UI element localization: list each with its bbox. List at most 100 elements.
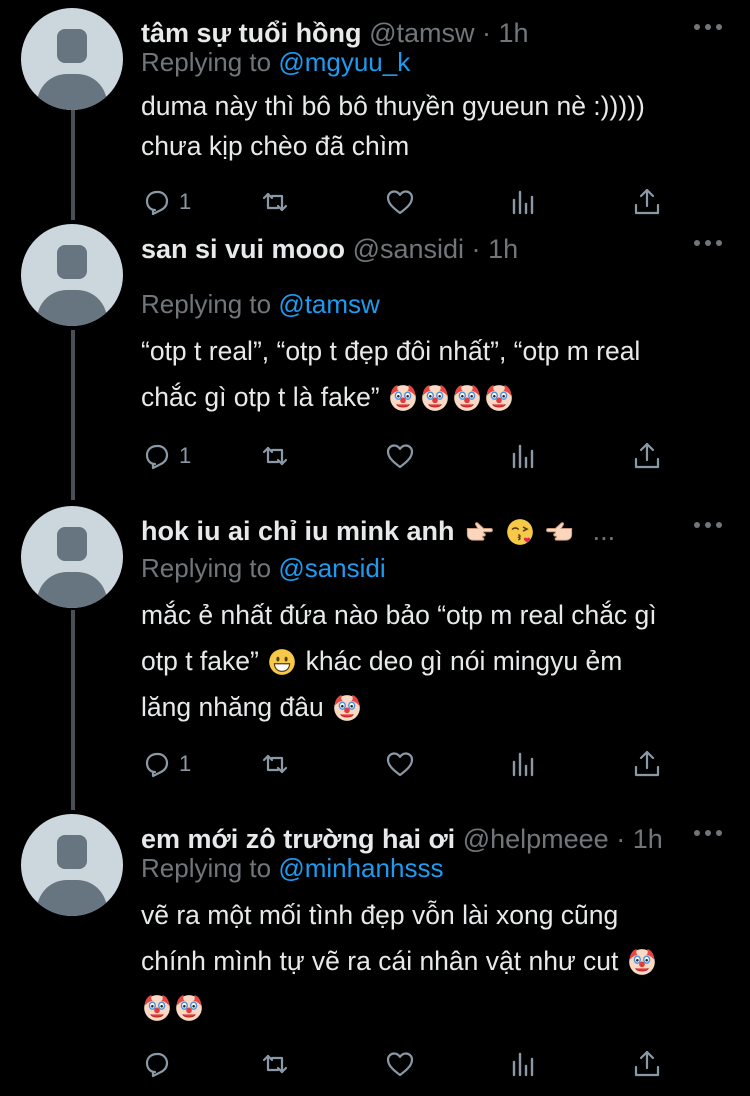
- tweet-text-line: chính mình tự vẽ ra cái nhân vật như cut: [141, 938, 721, 984]
- timestamp[interactable]: 1h: [488, 234, 518, 264]
- tweet-text-line: lăng nhăng đâu: [141, 684, 721, 730]
- like-icon: [386, 190, 414, 215]
- avatar[interactable]: [21, 814, 123, 916]
- separator-dot: ·: [471, 234, 481, 264]
- reply-icon: [145, 190, 169, 216]
- replying-to-link[interactable]: @mgyuu_k: [278, 47, 410, 77]
- action-bar: 1: [141, 436, 681, 476]
- reply-icon: [145, 1052, 169, 1078]
- clown-emoji: [389, 384, 417, 412]
- timestamp[interactable]: 1h: [499, 18, 529, 48]
- share-button[interactable]: [631, 744, 663, 784]
- tweet-text-fragment: otp t fake”: [141, 646, 259, 676]
- views-button[interactable]: [507, 436, 539, 476]
- reply-button[interactable]: 1: [141, 744, 191, 784]
- share-icon: [634, 188, 660, 215]
- display-name[interactable]: em mới zô trường hai ơi: [141, 824, 455, 854]
- reply-count: 1: [179, 189, 192, 214]
- views-button[interactable]: [507, 1044, 539, 1084]
- like-icon: [386, 752, 414, 777]
- retweet-button[interactable]: [259, 1044, 291, 1084]
- like-button[interactable]: [384, 182, 416, 222]
- retweet-icon: [262, 1054, 288, 1074]
- tweet[interactable]: em mới zô trường hai ơi @helpmeee · 1h R…: [0, 814, 750, 1096]
- tweet[interactable]: tâm sự tuổi hồng @tamsw · 1h Replying to…: [0, 8, 750, 233]
- display-name[interactable]: hok iu ai chỉ iu mink anh: [141, 516, 455, 546]
- more-options-icon[interactable]: [694, 522, 722, 530]
- reply-button[interactable]: 1: [141, 436, 191, 476]
- retweet-button[interactable]: [259, 182, 291, 222]
- action-bar: 1: [141, 182, 681, 222]
- share-button[interactable]: [631, 1044, 663, 1084]
- views-icon: [512, 1052, 534, 1077]
- like-button[interactable]: [384, 744, 416, 784]
- avatar[interactable]: [21, 506, 123, 608]
- tweet-text-fragment: chính mình tự vẽ ra cái nhân vật như cut: [141, 946, 619, 976]
- tweet-text-line: mắc ẻ nhất đứa nào bảo “otp m real chắc …: [141, 600, 657, 630]
- tweet-text: mắc ẻ nhất đứa nào bảo “otp m real chắc …: [141, 592, 721, 730]
- more-options-icon[interactable]: [694, 830, 722, 838]
- views-button[interactable]: [507, 744, 539, 784]
- reply-count: 1: [179, 443, 192, 468]
- clown-emoji: [421, 384, 449, 412]
- pointing-hand-emoji: [546, 522, 573, 541]
- tweet[interactable]: san si vui mooo @sansidi · 1h Replying t…: [0, 224, 750, 484]
- timestamp[interactable]: 1h: [633, 824, 663, 854]
- kiss-emoji: [505, 518, 534, 546]
- action-bar: [141, 1044, 681, 1084]
- reply-button[interactable]: 1: [141, 182, 191, 222]
- tweet-text: duma này thì bô bô thuyền gyueun nè :)))…: [141, 86, 721, 166]
- separator-dot: ·: [616, 824, 626, 854]
- reply-count: 1: [179, 751, 192, 776]
- tweet-text: “otp t real”, “otp t đẹp đôi nhất”, “otp…: [141, 328, 721, 420]
- tweet-text-line: chưa kịp chèo đã chìm: [141, 131, 410, 161]
- retweet-button[interactable]: [259, 744, 291, 784]
- share-button[interactable]: [631, 182, 663, 222]
- replying-to-prefix: Replying to: [141, 289, 272, 319]
- retweet-icon: [262, 446, 288, 466]
- views-button[interactable]: [507, 182, 539, 222]
- share-button[interactable]: [631, 436, 663, 476]
- like-button[interactable]: [384, 436, 416, 476]
- replying-to-prefix: Replying to: [141, 47, 272, 77]
- more-options-icon[interactable]: [694, 24, 722, 32]
- clown-emoji: [628, 948, 656, 976]
- handle[interactable]: @tamsw: [369, 18, 474, 48]
- retweet-icon: [262, 754, 288, 774]
- more-options-icon[interactable]: [694, 240, 722, 248]
- tweet-header: hok iu ai chỉ iu mink anh ...: [141, 514, 690, 548]
- retweet-icon: [262, 192, 288, 212]
- tweet[interactable]: hok iu ai chỉ iu mink anh ... Replying t…: [0, 506, 750, 806]
- replying-to-prefix: Replying to: [141, 553, 272, 583]
- truncation-ellipsis: ...: [592, 516, 616, 546]
- views-icon: [512, 190, 534, 215]
- replying-to: Replying to @sansidi: [141, 552, 386, 584]
- share-icon: [634, 1050, 660, 1077]
- action-bar: 1: [141, 744, 681, 784]
- tweet-text-fragment: khác deo gì nói mingyu ẻm: [305, 646, 623, 676]
- replying-to-link[interactable]: @minhanhsss: [278, 853, 443, 883]
- handle[interactable]: @helpmeee: [463, 824, 609, 854]
- tweet-text-line: chắc gì otp t là fake”: [141, 374, 721, 420]
- reply-button[interactable]: [141, 1044, 173, 1084]
- replying-to-link[interactable]: @tamsw: [278, 289, 380, 319]
- replying-to-link[interactable]: @sansidi: [278, 553, 385, 583]
- grin-emoji: [268, 648, 296, 676]
- share-icon: [634, 750, 660, 777]
- reply-icon: [145, 444, 169, 470]
- avatar[interactable]: [21, 8, 123, 110]
- display-name[interactable]: tâm sự tuổi hồng: [141, 18, 362, 48]
- tweet-header: tâm sự tuổi hồng @tamsw · 1h: [141, 16, 690, 50]
- tweet-text-line: “otp t real”, “otp t đẹp đôi nhất”, “otp…: [141, 336, 641, 366]
- handle[interactable]: @sansidi: [353, 234, 464, 264]
- replying-to-prefix: Replying to: [141, 853, 272, 883]
- tweet-text: vẽ ra một mối tình đẹp vỗn lài xong cũng…: [141, 892, 721, 1030]
- clown-emoji: [143, 994, 171, 1022]
- like-button[interactable]: [384, 1044, 416, 1084]
- separator-dot: ·: [482, 18, 491, 48]
- retweet-button[interactable]: [259, 436, 291, 476]
- avatar[interactable]: [21, 224, 123, 326]
- tweet-text-line: otp t fake” khác deo gì nói mingyu ẻm: [141, 638, 721, 684]
- display-name[interactable]: san si vui mooo: [141, 234, 345, 264]
- like-icon: [386, 1052, 414, 1077]
